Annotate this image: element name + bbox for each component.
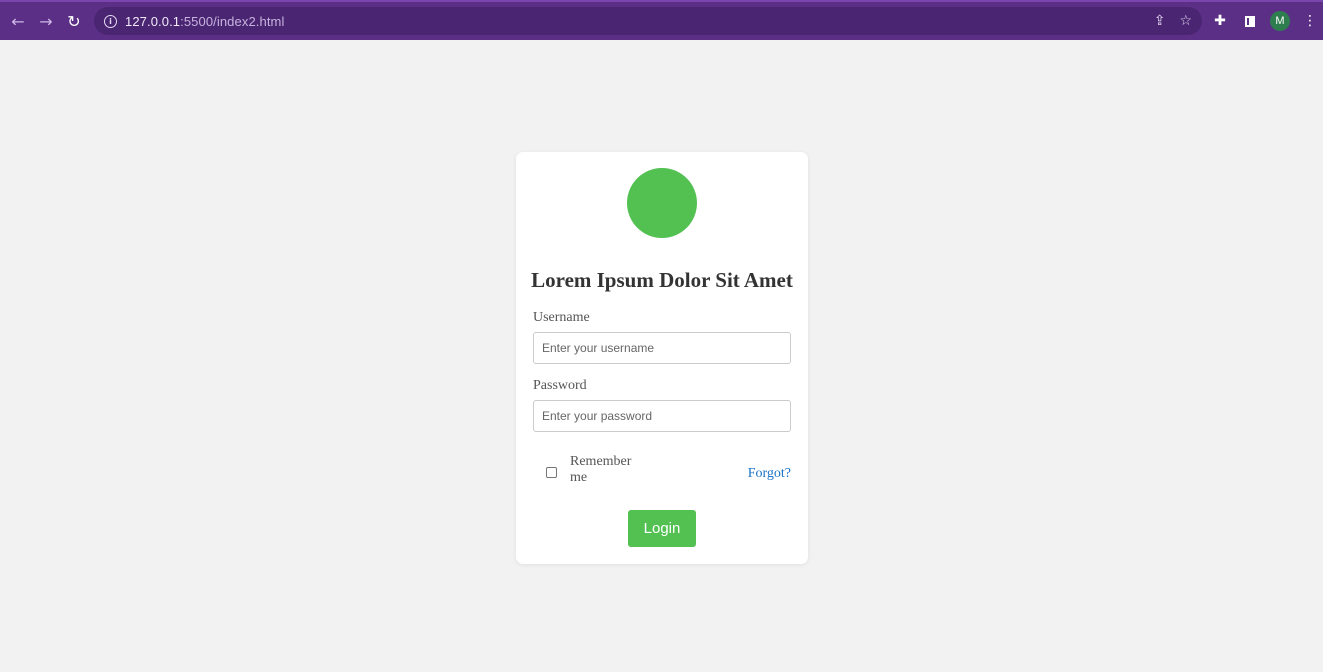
logo-circle (627, 168, 697, 238)
forward-button[interactable]: → (32, 7, 60, 35)
star-icon[interactable]: ☆ (1179, 13, 1192, 29)
arrow-left-icon: ← (11, 11, 25, 31)
avatar[interactable]: M (1270, 11, 1290, 31)
reload-icon: ↻ (67, 11, 81, 31)
password-input[interactable] (533, 400, 791, 432)
puzzle-icon[interactable]: ✚ (1210, 11, 1230, 31)
browser-toolbar: ← → ↻ i 127.0.0.1:5500/index2.html ⇪ ☆ ✚… (0, 0, 1323, 40)
share-icon[interactable]: ⇪ (1154, 13, 1166, 29)
side-panel-button[interactable] (1240, 11, 1260, 31)
page-title: Lorem Ipsum Dolor Sit Amet (531, 268, 793, 292)
address-bar[interactable]: i 127.0.0.1:5500/index2.html ⇪ ☆ (94, 7, 1202, 35)
reload-button[interactable]: ↻ (60, 7, 88, 35)
login-card: Lorem Ipsum Dolor Sit Amet Username Pass… (516, 152, 808, 564)
login-button[interactable]: Login (628, 510, 696, 547)
back-button[interactable]: ← (4, 7, 32, 35)
password-label: Password (533, 378, 587, 393)
url-host: 127.0.0.1 (125, 13, 181, 29)
toolbar-actions: ✚ M ⋮ (1210, 11, 1320, 31)
url-path: :5500/index2.html (180, 13, 285, 29)
remember-me-checkbox[interactable] (546, 467, 557, 478)
kebab-menu-icon[interactable]: ⋮ (1300, 11, 1320, 31)
forgot-password-link[interactable]: Forgot? (748, 466, 791, 482)
info-icon[interactable]: i (104, 14, 117, 28)
remember-me-label[interactable]: Remember me (570, 454, 640, 486)
username-label: Username (533, 310, 590, 325)
address-bar-actions: ⇪ ☆ (1154, 7, 1192, 35)
url-text[interactable]: 127.0.0.1:5500/index2.html (125, 14, 284, 29)
username-input[interactable] (533, 332, 791, 364)
arrow-right-icon: → (39, 11, 53, 31)
side-panel-icon (1245, 15, 1255, 27)
